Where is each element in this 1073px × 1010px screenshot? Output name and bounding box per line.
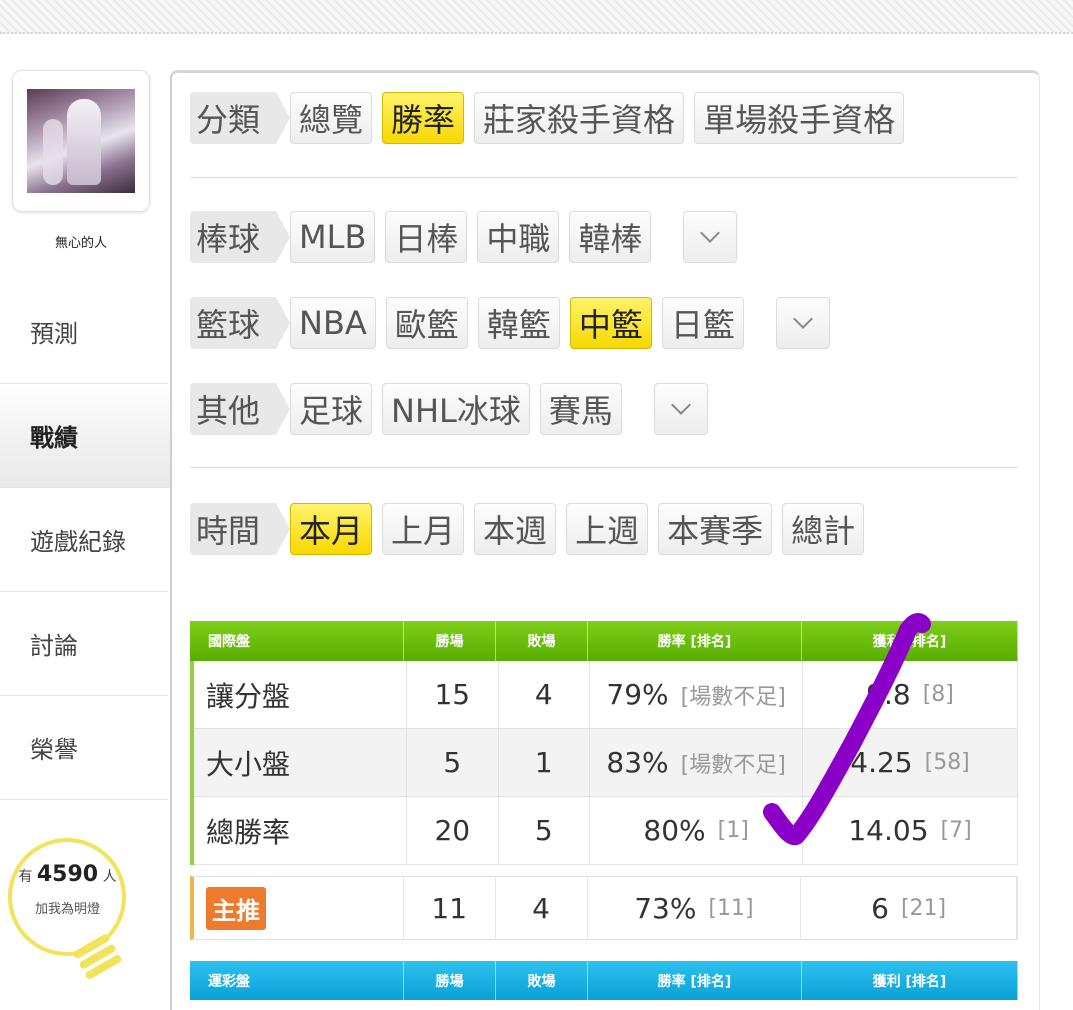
category-label: 分類 xyxy=(190,92,291,144)
header-market: 運彩盤 xyxy=(190,961,404,1000)
main-pick-cell: 主推 xyxy=(194,877,404,939)
username: 無心的人 xyxy=(54,236,107,251)
tab-last-week[interactable]: 上週 xyxy=(566,503,649,555)
row-name: 大小盤 xyxy=(194,729,408,797)
tab-last-month[interactable]: 上月 xyxy=(382,503,465,555)
main-pick-wins: 11 xyxy=(404,877,496,939)
row-profit: 4.25 [58] xyxy=(803,729,1018,797)
baseball-label: 棒球 xyxy=(190,211,291,263)
tab-win-rate[interactable]: 勝率 xyxy=(382,92,465,144)
header-win-rate: 勝率 [排名] xyxy=(588,621,802,661)
row-wins: 20 xyxy=(407,797,499,865)
nav-item-predict[interactable]: 預測 xyxy=(0,280,168,384)
tab-this-week[interactable]: 本週 xyxy=(474,503,557,555)
tab-this-season[interactable]: 本賽季 xyxy=(658,503,773,555)
time-filter-row: 時間 本月 上月 本週 上週 本賽季 總計 xyxy=(190,501,874,557)
baseball-more-dropdown[interactable] xyxy=(683,211,738,263)
other-label: 其他 xyxy=(190,383,291,435)
fan-count: 有 4590 人 xyxy=(18,862,117,887)
chevron-down-icon xyxy=(792,309,813,329)
row-losses: 4 xyxy=(498,661,591,729)
lottery-table-header: 運彩盤 勝場 敗場 勝率 [排名] 獲利 [排名] xyxy=(190,961,1018,1000)
baseball-filter-row: 棒球 MLB 日棒 中職 韓棒 xyxy=(190,209,747,265)
tag-japan-basketball[interactable]: 日籃 xyxy=(661,297,744,349)
tab-banker-killer[interactable]: 莊家殺手資格 xyxy=(474,92,685,144)
tab-this-month[interactable]: 本月 xyxy=(290,503,373,555)
basketball-filter-row: 籃球 NBA 歐籃 韓籃 中籃 日籃 xyxy=(190,295,840,351)
avatar[interactable] xyxy=(27,89,135,193)
nav-item-discussion[interactable]: 討論 xyxy=(0,592,168,696)
row-win-rate: 83% [場數不足] xyxy=(590,729,804,797)
category-filter-row: 分類 總覽 勝率 莊家殺手資格 單場殺手資格 xyxy=(190,90,914,146)
tag-npb[interactable]: 日棒 xyxy=(385,211,468,263)
table-row: 總勝率 20 5 80% [1] 14.05 [7] xyxy=(190,797,1018,865)
row-profit: 9.8 [8] xyxy=(803,661,1018,729)
tag-horse-racing[interactable]: 賽馬 xyxy=(539,383,622,435)
header-wins: 勝場 xyxy=(404,961,496,1000)
tag-nhl[interactable]: NHL冰球 xyxy=(382,383,530,435)
other-more-dropdown[interactable] xyxy=(653,383,708,435)
table-row: 大小盤 5 1 83% [場數不足] 4.25 [58] xyxy=(190,729,1018,797)
row-wins: 15 xyxy=(407,661,499,729)
row-name: 讓分盤 xyxy=(194,661,408,729)
header-market: 國際盤 xyxy=(190,621,404,661)
main-pick-profit: 6 [21] xyxy=(801,877,1017,939)
time-label: 時間 xyxy=(190,503,291,555)
tag-kbo[interactable]: 韓棒 xyxy=(569,211,652,263)
table-row: 讓分盤 15 4 79% [場數不足] 9.8 [8] xyxy=(190,661,1018,729)
row-name: 總勝率 xyxy=(194,797,408,865)
header-profit: 獲利 [排名] xyxy=(802,621,1018,661)
row-win-rate: 80% [1] xyxy=(590,797,804,865)
nav-item-honor[interactable]: 榮譽 xyxy=(0,696,168,800)
main-pick-badge: 主推 xyxy=(206,886,266,930)
header-win-rate: 勝率 [排名] xyxy=(588,961,802,1000)
avatar-frame[interactable] xyxy=(12,70,150,212)
tag-mlb[interactable]: MLB xyxy=(290,211,376,263)
basketball-label: 籃球 xyxy=(190,297,291,349)
header-losses: 敗場 xyxy=(496,961,588,1000)
header-profit: 獲利 [排名] xyxy=(802,961,1018,1000)
main-pick-row: 主推 11 4 73% [11] 6 [21] xyxy=(190,876,1018,940)
top-decorative-strip xyxy=(0,0,1073,34)
tab-overview[interactable]: 總覽 xyxy=(290,92,373,144)
main-pick-win-rate: 73% [11] xyxy=(588,877,802,939)
tag-china-basketball[interactable]: 中籃 xyxy=(569,297,652,349)
nav-item-record[interactable]: 戰績 xyxy=(0,384,170,488)
follow-button[interactable]: 加我為明燈 xyxy=(10,898,125,917)
header-wins: 勝場 xyxy=(404,621,496,661)
main-pick-losses: 4 xyxy=(496,877,588,939)
row-losses: 1 xyxy=(498,729,591,797)
basketball-more-dropdown[interactable] xyxy=(775,297,830,349)
fan-count-number: 4590 xyxy=(36,862,99,887)
tag-euro-basketball[interactable]: 歐籃 xyxy=(385,297,468,349)
intl-table-header: 國際盤 勝場 敗場 勝率 [排名] 獲利 [排名] xyxy=(190,621,1018,661)
row-losses: 5 xyxy=(498,797,591,865)
other-filter-row: 其他 足球 NHL冰球 賽馬 xyxy=(190,381,718,437)
tag-korea-basketball[interactable]: 韓籃 xyxy=(477,297,560,349)
row-wins: 5 xyxy=(407,729,499,797)
divider xyxy=(190,467,1018,468)
tag-cpbl[interactable]: 中職 xyxy=(477,211,560,263)
row-profit: 14.05 [7] xyxy=(803,797,1018,865)
divider xyxy=(190,177,1018,178)
tag-soccer[interactable]: 足球 xyxy=(290,383,373,435)
tab-single-killer[interactable]: 單場殺手資格 xyxy=(694,92,905,144)
nav-item-game-log[interactable]: 遊戲紀錄 xyxy=(0,488,168,592)
tab-total[interactable]: 總計 xyxy=(782,503,865,555)
tag-nba[interactable]: NBA xyxy=(290,297,376,349)
header-losses: 敗場 xyxy=(496,621,588,661)
chevron-down-icon xyxy=(700,223,721,243)
chevron-down-icon xyxy=(670,395,691,415)
row-win-rate: 79% [場數不足] xyxy=(590,661,804,729)
